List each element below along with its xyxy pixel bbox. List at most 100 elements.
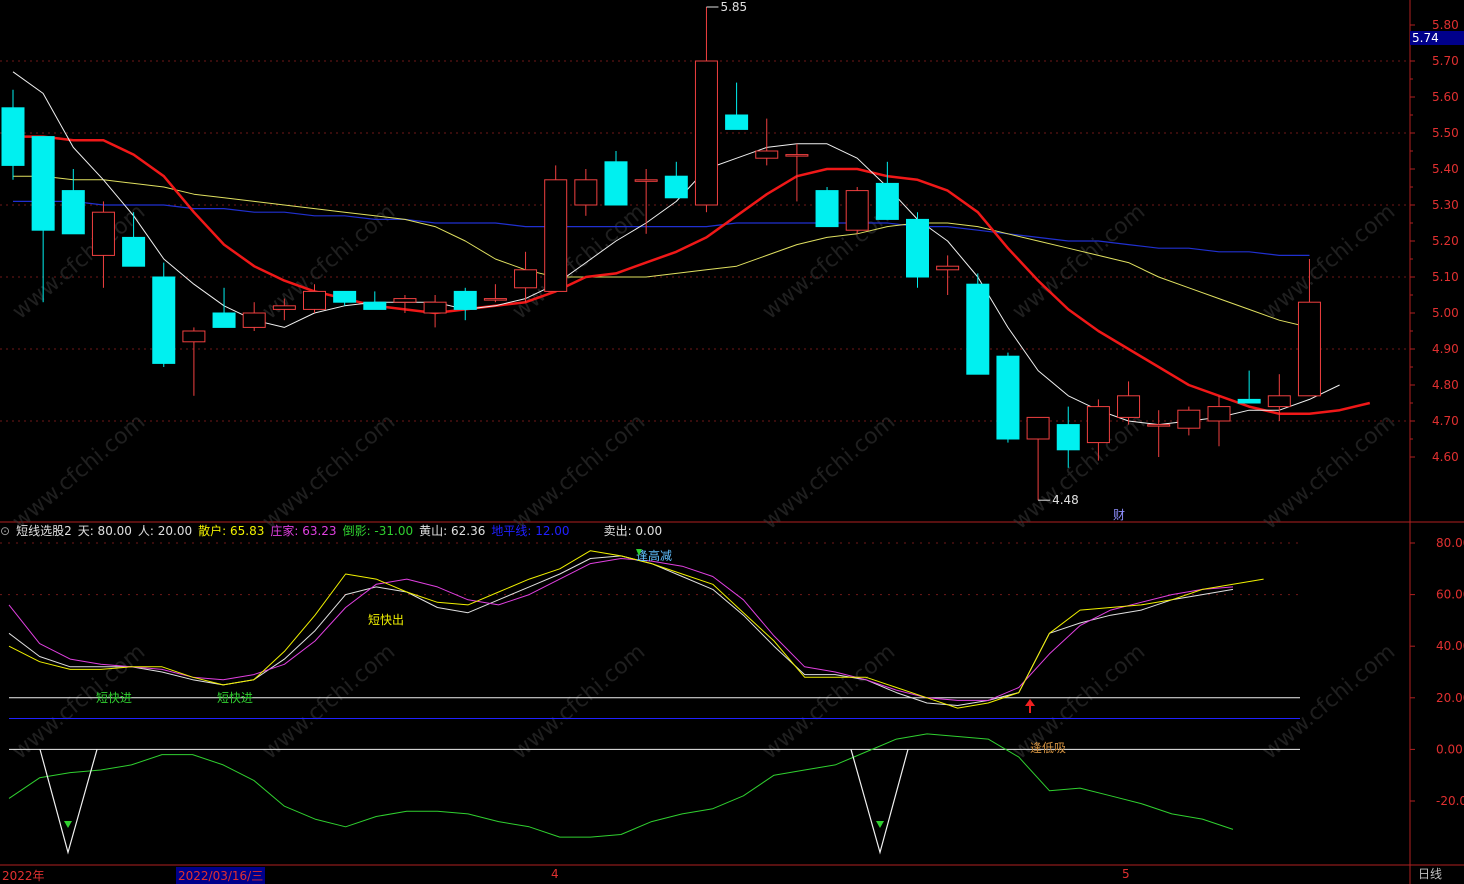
indicator-axis-label: -20.00: [1436, 794, 1464, 808]
ma-yellow-line: [13, 175, 1310, 328]
candle: [453, 287, 477, 321]
candle-body: [303, 290, 326, 310]
price-axis-label: 5.30: [1432, 198, 1459, 212]
price-axis-label: 4.70: [1432, 414, 1459, 428]
watermark-text: www.cfchi.com: [1258, 409, 1400, 534]
candle-body: [815, 190, 839, 228]
watermark-text: www.cfchi.com: [508, 409, 650, 534]
candle-body: [91, 211, 115, 256]
price-axis-label: 4.80: [1432, 378, 1459, 392]
candle: [333, 290, 357, 306]
watermark-layer: www.cfchi.com www.cfchi.com www.cfchi.com w…: [8, 199, 1400, 764]
candle-body: [785, 154, 809, 157]
indicator-param: 倒影: -31.00: [342, 524, 414, 538]
down-arrow-icon: [64, 821, 72, 828]
signal-label: 短快出: [368, 613, 404, 627]
price-axis-label: 5.60: [1432, 90, 1459, 104]
indicator-axis-label: 20.00: [1436, 691, 1464, 705]
candle-body: [61, 190, 85, 235]
price-axis: 5.80 5.70 5.60 5.50 5.40 5.30 5.20 5.10 5.00 4.90…: [1410, 18, 1459, 464]
watermark-text: www.cfchi.com: [1008, 199, 1150, 324]
watermark-text: www.cfchi.com: [1258, 639, 1400, 764]
candle-body: [1117, 395, 1141, 418]
candle-body: [1086, 406, 1110, 444]
candle-body: [664, 175, 688, 199]
candle: [1207, 395, 1231, 447]
candle: [604, 151, 628, 206]
ma-white-line: [12, 71, 1340, 426]
candle-body: [906, 218, 929, 278]
indicator-param: 庄家: 63.23: [270, 524, 337, 538]
candle-body: [845, 190, 869, 231]
up-arrow-icon: [1025, 699, 1035, 706]
candle-body: [936, 265, 960, 271]
candle-body: [453, 290, 477, 310]
candle: [423, 295, 447, 328]
candle-body: [423, 301, 447, 314]
time-axis: 2022年 2022/03/16/三 4 5: [0, 866, 1410, 884]
candle-body: [725, 114, 749, 130]
watermark-text: www.cfchi.com: [258, 409, 400, 534]
candle-body: [755, 150, 779, 159]
candle: [1177, 406, 1201, 436]
watermark-text: www.cfchi.com: [258, 639, 400, 764]
candle-body: [1177, 409, 1201, 429]
candle-body: [122, 236, 146, 267]
signal-label: 短快进: [217, 691, 253, 705]
candle-body: [1297, 301, 1321, 397]
indicator-param: 地平线: 12.00: [491, 524, 570, 538]
indicator-name[interactable]: 短线选股2: [16, 524, 72, 538]
candle-body: [875, 182, 899, 220]
high-price-label: 5.85: [720, 0, 747, 14]
watermark-text: www.cfchi.com: [8, 409, 150, 534]
candle: [755, 118, 779, 166]
price-axis-label: 5.20: [1432, 234, 1459, 248]
candle: [483, 284, 507, 303]
candle-body: [31, 136, 55, 231]
candle: [875, 161, 899, 220]
stock-chart: www.cfchi.com www.cfchi.com www.cfchi.com w…: [0, 0, 1464, 884]
period-selector-button[interactable]: 日线: [1418, 866, 1458, 882]
indicator-axis-label: 60.00: [1436, 588, 1464, 602]
candle-body: [152, 276, 176, 364]
candle: [906, 212, 929, 288]
price-axis-label: 5.10: [1432, 270, 1459, 284]
candle: [845, 187, 869, 234]
candle-body: [1147, 424, 1171, 427]
year-label: 2022年: [2, 869, 45, 883]
candle-body: [333, 290, 357, 303]
low-price-label: 4.48: [1052, 493, 1079, 507]
candle-body: [634, 179, 658, 182]
indicator-collapse-icon[interactable]: ⊙: [0, 524, 10, 538]
candle: [1, 89, 25, 180]
price-axis-label: 5.40: [1432, 162, 1459, 176]
watermark-text: www.cfchi.com: [508, 199, 650, 324]
candle: [966, 273, 990, 375]
candle-body: [996, 355, 1020, 440]
candle: [212, 287, 236, 328]
candle: [1147, 410, 1171, 457]
candle: [785, 143, 809, 202]
candle: [725, 82, 749, 130]
indicator-param: 天: 80.00: [77, 524, 132, 538]
candle-body: [1026, 416, 1050, 440]
indicator-axis-label: 0.00: [1436, 742, 1463, 756]
candle-body: [1207, 406, 1231, 422]
price-axis-label: 5.80: [1432, 18, 1459, 32]
price-axis-label: 4.60: [1432, 450, 1459, 464]
ma-red-line: [13, 135, 1371, 416]
candle: [996, 352, 1020, 443]
candle-body: [483, 298, 507, 301]
price-moving-averages: [12, 71, 1371, 426]
price-axis-label: 5.70: [1432, 54, 1459, 68]
chart-grid: [0, 0, 1464, 884]
candle-body: [1237, 398, 1261, 404]
candle-body: [212, 312, 236, 328]
candle: [182, 327, 206, 396]
candle: [152, 262, 176, 367]
candle: [1237, 370, 1261, 404]
candle-body: [966, 283, 990, 375]
signal-label: 短快进: [96, 691, 132, 705]
month-5-label: 5: [1122, 867, 1130, 881]
indicator-param: 卖出: 0.00: [603, 524, 663, 538]
